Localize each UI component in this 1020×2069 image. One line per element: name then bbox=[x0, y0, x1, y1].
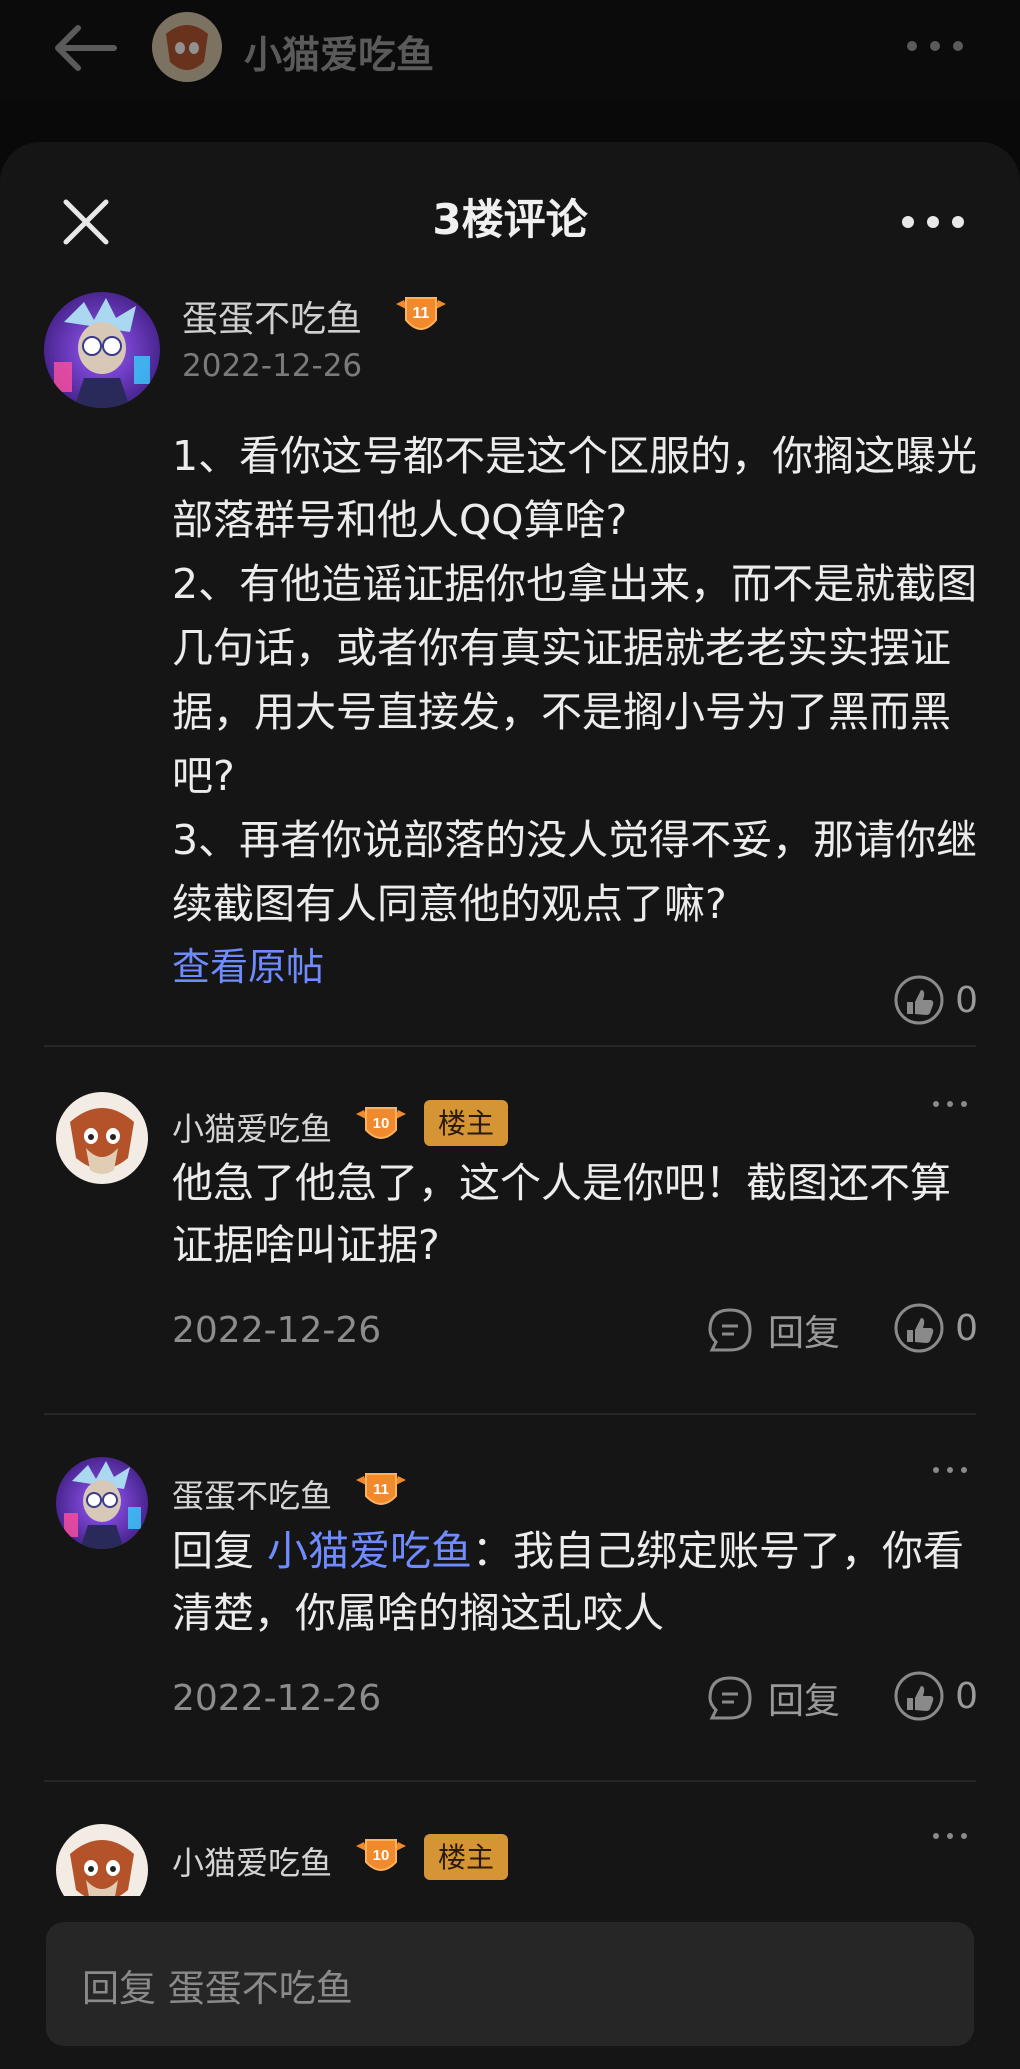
comment-icon bbox=[708, 1676, 752, 1720]
thumbs-up-icon bbox=[894, 1671, 944, 1721]
avatar[interactable] bbox=[56, 1457, 148, 1549]
reply-input[interactable]: 回复 蛋蛋不吃鱼 bbox=[46, 1922, 974, 2046]
fox-avatar-icon bbox=[56, 1092, 148, 1184]
view-original-link[interactable]: 查看原帖 bbox=[172, 936, 324, 991]
reply-date: 2022-12-26 bbox=[172, 1310, 382, 1351]
level-badge-icon: 10 bbox=[356, 1839, 406, 1871]
like-button[interactable]: 0 bbox=[893, 1302, 978, 1354]
reply-text: 他急了他急了，这个人是你吧！截图还不算证据啥叫证据? bbox=[172, 1159, 951, 1269]
back-arrow-icon[interactable] bbox=[48, 18, 120, 78]
more-icon[interactable] bbox=[896, 202, 970, 242]
divider bbox=[44, 1780, 976, 1782]
reply-prefix: 回复 bbox=[172, 1527, 268, 1575]
reply-input-placeholder: 回复 蛋蛋不吃鱼 bbox=[82, 1967, 353, 2010]
author-name[interactable]: 蛋蛋不吃鱼 bbox=[172, 1471, 332, 1517]
level-badge-icon: 10 bbox=[356, 1107, 406, 1139]
reply-button[interactable]: 回复 bbox=[706, 1672, 840, 1724]
like-count: 0 bbox=[955, 1307, 978, 1349]
level-number: 11 bbox=[373, 1481, 389, 1498]
reply-to-user-link[interactable]: 小猫爱吃鱼 bbox=[267, 1527, 472, 1575]
more-icon[interactable] bbox=[930, 1096, 970, 1112]
sheet-header: 3楼评论 bbox=[0, 142, 1020, 282]
owner-tag: 楼主 bbox=[424, 1100, 509, 1146]
comment-icon bbox=[708, 1308, 752, 1352]
more-icon[interactable] bbox=[900, 26, 970, 66]
like-count: 0 bbox=[955, 979, 978, 1021]
like-button[interactable]: 0 bbox=[893, 974, 978, 1026]
author-name[interactable]: 蛋蛋不吃鱼 bbox=[182, 290, 362, 342]
background-title: 小猫爱吃鱼 bbox=[244, 33, 435, 77]
divider bbox=[44, 1045, 976, 1047]
fox-avatar-icon bbox=[152, 12, 222, 82]
comment-sheet: 3楼评论 蛋蛋不吃鱼 11 2022-12-26 1、看你这号都不是这个区服的，… bbox=[0, 142, 1020, 2069]
author-name[interactable]: 小猫爱吃鱼 bbox=[172, 1838, 332, 1884]
reply-text: 回复 小猫爱吃鱼：我自己绑定账号了，你看清楚，你属啥的搁这乱咬人 bbox=[172, 1520, 972, 1644]
reply-button-label: 回复 bbox=[768, 1681, 841, 1722]
reply-date: 2022-12-26 bbox=[172, 1678, 382, 1719]
thumbs-up-icon bbox=[894, 1303, 944, 1353]
more-icon[interactable] bbox=[930, 1828, 970, 1844]
level-number: 11 bbox=[413, 305, 430, 322]
level-badge-icon: 11 bbox=[356, 1473, 406, 1505]
level-badge-icon: 11 bbox=[396, 297, 446, 330]
author-name[interactable]: 小猫爱吃鱼 bbox=[172, 1104, 332, 1150]
like-button[interactable]: 0 bbox=[893, 1670, 978, 1722]
background-header: 小猫爱吃鱼 bbox=[0, 0, 1020, 100]
more-icon[interactable] bbox=[930, 1462, 970, 1478]
owner-tag: 楼主 bbox=[424, 1834, 509, 1880]
rick-avatar-icon bbox=[56, 1457, 148, 1549]
avatar[interactable] bbox=[56, 1092, 148, 1184]
rick-avatar-icon bbox=[44, 292, 160, 408]
thumbs-up-icon bbox=[894, 975, 944, 1025]
avatar[interactable] bbox=[44, 292, 160, 408]
reply-button[interactable]: 回复 bbox=[706, 1304, 840, 1356]
like-count: 0 bbox=[955, 1675, 978, 1717]
level-number: 10 bbox=[373, 1847, 390, 1864]
background-avatar[interactable] bbox=[152, 12, 222, 82]
post-date: 2022-12-26 bbox=[182, 348, 363, 384]
post-body: 1、看你这号都不是这个区服的，你搁这曝光部落群号和他人QQ算啥? 2、有他造谣证… bbox=[172, 432, 978, 928]
reply-button-label: 回复 bbox=[768, 1313, 841, 1354]
sheet-title: 3楼评论 bbox=[432, 195, 588, 244]
divider bbox=[44, 1413, 976, 1415]
level-number: 10 bbox=[373, 1115, 390, 1132]
